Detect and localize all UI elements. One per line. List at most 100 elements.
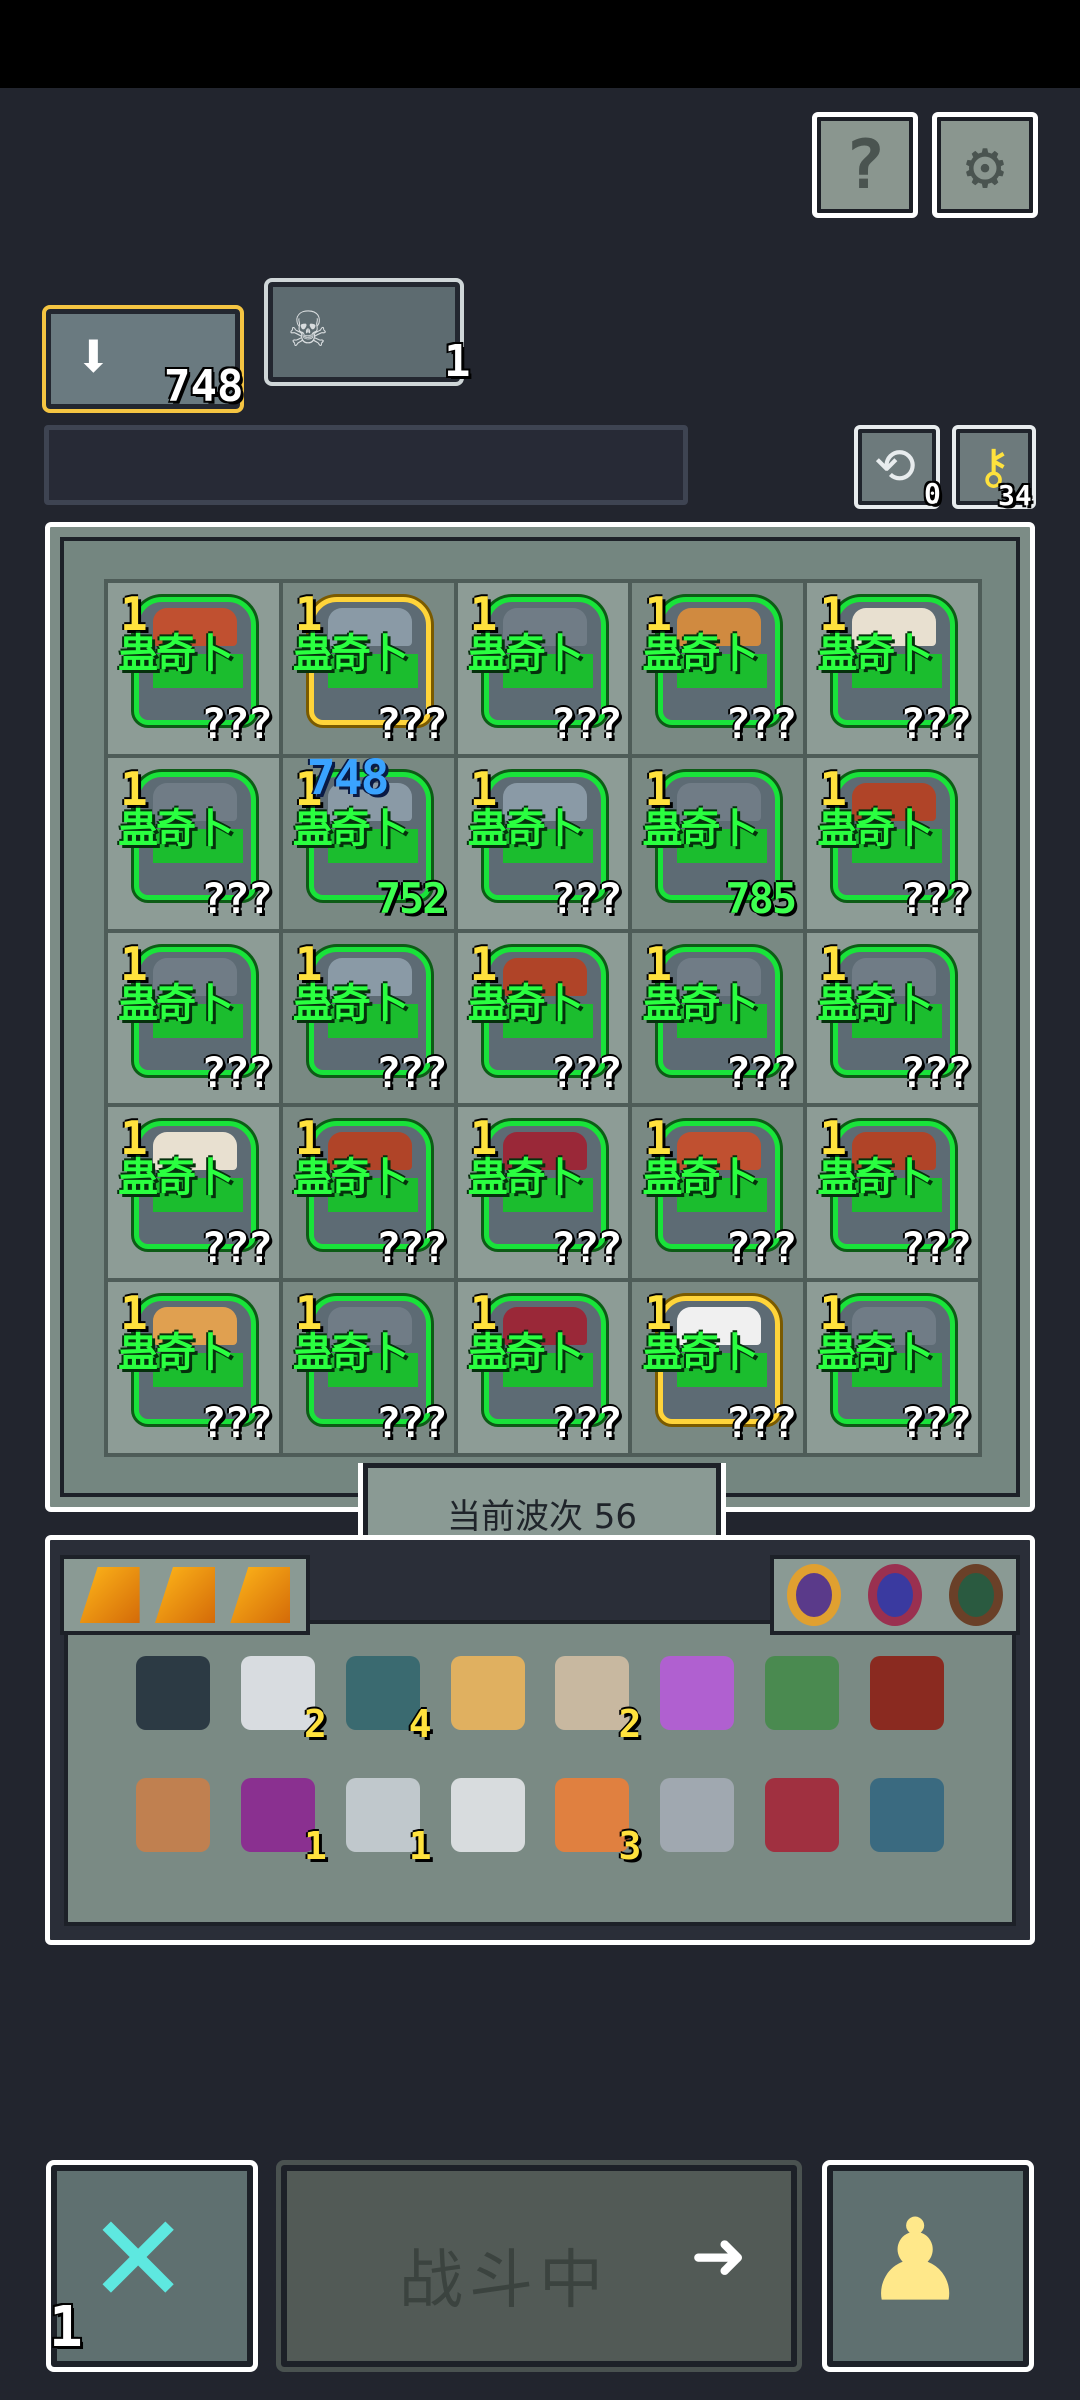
wing-icon — [869, 1778, 944, 1852]
key-count: 34 — [998, 479, 1032, 512]
rarity-triangle-icon[interactable] — [230, 1567, 291, 1623]
unit-grid: 1 蛊奇卜 ??? 1 蛊奇卜 ??? 1 蛊奇卜 ??? 1 蛊奇卜 ??? — [104, 579, 982, 1457]
board-cell[interactable]: 1 蛊奇卜 ??? — [807, 583, 978, 754]
unit-hp: 785 — [725, 873, 797, 923]
inventory-grid-bg: 2 4 2 1 1 3 — [64, 1620, 1016, 1926]
wave-label: 当前波次 56 — [446, 1497, 638, 1537]
rarity-triangle-icon[interactable] — [154, 1567, 215, 1623]
primary-resource-card[interactable]: ⬇ 748 — [42, 305, 244, 413]
empty-slot-bar — [44, 425, 688, 505]
unit-name: 蛊奇卜 — [292, 1330, 409, 1377]
unit-name: 蛊奇卜 — [817, 980, 933, 1027]
board-cell[interactable]: 1 蛊奇卜 ??? — [108, 1282, 279, 1453]
help-button[interactable]: ? — [812, 112, 918, 218]
unit-hp: ??? — [550, 1048, 623, 1098]
ring-tabs — [770, 1555, 1020, 1635]
unit-name: 蛊奇卜 — [642, 980, 758, 1027]
board-cell[interactable]: 1 蛊奇卜 ??? — [632, 583, 804, 754]
battle-board: 1 蛊奇卜 ??? 1 蛊奇卜 ??? 1 蛊奇卜 ??? 1 蛊奇卜 ??? — [45, 522, 1035, 1512]
board-cell[interactable]: 1 蛊奇卜 ??? — [108, 1107, 279, 1279]
inventory-item[interactable]: 2 — [547, 1648, 641, 1746]
unit-hp: 752 — [375, 873, 448, 923]
unit-hp: ??? — [200, 873, 273, 923]
board-cell[interactable]: 1 蛊奇卜 ??? — [457, 932, 629, 1104]
board-cell[interactable]: 1 蛊奇卜 785 — [632, 757, 804, 929]
unit-hp: ??? — [725, 1398, 797, 1447]
board-cell[interactable]: 1 蛊奇卜 ??? — [282, 1107, 454, 1279]
inventory-item[interactable] — [862, 1648, 952, 1738]
unit-hp: ??? — [200, 698, 273, 748]
inventory-item[interactable]: 2 — [233, 1648, 327, 1746]
inventory-item[interactable] — [128, 1648, 218, 1738]
inventory-item[interactable] — [757, 1770, 847, 1860]
inventory-item[interactable]: 1 — [233, 1770, 327, 1868]
unit-name: 蛊奇卜 — [467, 805, 584, 852]
gear-icon: ⚙ — [965, 126, 1005, 204]
item-count: 1 — [408, 1824, 432, 1868]
inventory-item[interactable]: 1 — [338, 1770, 432, 1868]
unit-name: 蛊奇卜 — [817, 1155, 933, 1202]
inventory-item[interactable] — [443, 1648, 533, 1738]
reroll-count: 0 — [924, 477, 941, 510]
inventory-item[interactable] — [128, 1770, 218, 1860]
board-cell[interactable]: 1 蛊奇卜 ??? — [108, 932, 279, 1104]
inventory-item[interactable] — [862, 1770, 952, 1860]
unit-name: 蛊奇卜 — [817, 631, 933, 677]
chip-icon — [136, 1656, 210, 1730]
speed-arrow-icon: ➜ — [691, 2205, 746, 2310]
unit-name: 蛊奇卜 — [118, 1155, 234, 1202]
board-cell[interactable]: 1 蛊奇卜 ??? — [807, 757, 978, 929]
board-cell[interactable]: 1 蛊奇卜 ??? — [282, 583, 454, 754]
unit-hp: ??? — [375, 698, 448, 748]
board-cell[interactable]: 1 蛊奇卜 ??? — [282, 1282, 454, 1453]
unit-hp: ??? — [200, 1223, 273, 1273]
secondary-resource-card[interactable]: ☠ 1 — [264, 278, 471, 387]
unit-hp: ??? — [900, 698, 972, 748]
primary-count: 748 — [164, 361, 244, 412]
board-cell[interactable]: 1 蛊奇卜 ??? — [632, 932, 804, 1104]
rarity-triangle-icon[interactable] — [79, 1567, 140, 1623]
inventory-item[interactable]: 4 — [338, 1648, 432, 1746]
board-cell[interactable]: 1 蛊奇卜 ??? — [457, 583, 629, 754]
wand-icon — [660, 1656, 735, 1730]
board-cell[interactable]: 1 蛊奇卜 ??? — [108, 583, 279, 754]
reroll-button[interactable]: ⟲ 0 — [854, 425, 941, 510]
key-button[interactable]: ⚷ 34 — [952, 425, 1036, 512]
inventory-item[interactable] — [443, 1770, 533, 1860]
gold-ring-icon[interactable] — [787, 1564, 842, 1626]
inventory-item[interactable] — [757, 1648, 847, 1738]
board-cell[interactable]: 1 蛊奇卜 ??? — [632, 1282, 804, 1453]
cancel-button[interactable]: ✕ 1 — [46, 2160, 258, 2372]
purple-ring-icon[interactable] — [867, 1564, 922, 1626]
fight-button[interactable]: 战斗中 ➜ — [276, 2160, 802, 2372]
board-cell[interactable]: 1 蛊奇卜 ??? — [457, 757, 629, 929]
unit-name: 蛊奇卜 — [642, 805, 758, 852]
board-cell[interactable]: 1 蛊奇卜 ??? — [108, 757, 279, 929]
scythe-icon — [450, 1778, 525, 1852]
board-cell[interactable]: 1 蛊奇卜 ??? — [282, 932, 454, 1104]
inventory-item[interactable] — [652, 1648, 742, 1738]
unit-hp: ??? — [375, 1398, 448, 1447]
pawn-button[interactable]: ♟ — [822, 2160, 1034, 2372]
board-cell[interactable]: 1 蛊奇卜 ??? — [632, 1107, 804, 1279]
unit-hp: ??? — [550, 873, 623, 923]
unit-name: 蛊奇卜 — [118, 631, 234, 677]
unit-name: 蛊奇卜 — [642, 631, 758, 677]
board-cell[interactable]: 1 蛊奇卜 ??? — [807, 932, 978, 1104]
wood-ring-icon[interactable] — [948, 1564, 1003, 1626]
reroll-icon: ⟲ — [874, 437, 916, 495]
board-cell[interactable]: 1 蛊奇卜 752 748 — [282, 757, 454, 929]
inventory-item[interactable] — [652, 1770, 742, 1860]
feather-icon — [136, 1778, 210, 1852]
board-cell[interactable]: 1 蛊奇卜 ??? — [457, 1282, 629, 1453]
board-cell[interactable]: 1 蛊奇卜 ??? — [807, 1107, 978, 1279]
board-cell[interactable]: 1 蛊奇卜 ??? — [807, 1282, 978, 1453]
cross-icon: ✕ — [93, 2163, 184, 2337]
settings-button[interactable]: ⚙ — [932, 112, 1038, 218]
inventory-item[interactable]: 3 — [547, 1770, 641, 1868]
item-count: 2 — [618, 1702, 642, 1746]
board-cell[interactable]: 1 蛊奇卜 ??? — [457, 1107, 629, 1279]
unit-name: 蛊奇卜 — [292, 1155, 409, 1202]
unit-name: 蛊奇卜 — [292, 631, 409, 677]
unit-hp: ??? — [725, 698, 797, 748]
